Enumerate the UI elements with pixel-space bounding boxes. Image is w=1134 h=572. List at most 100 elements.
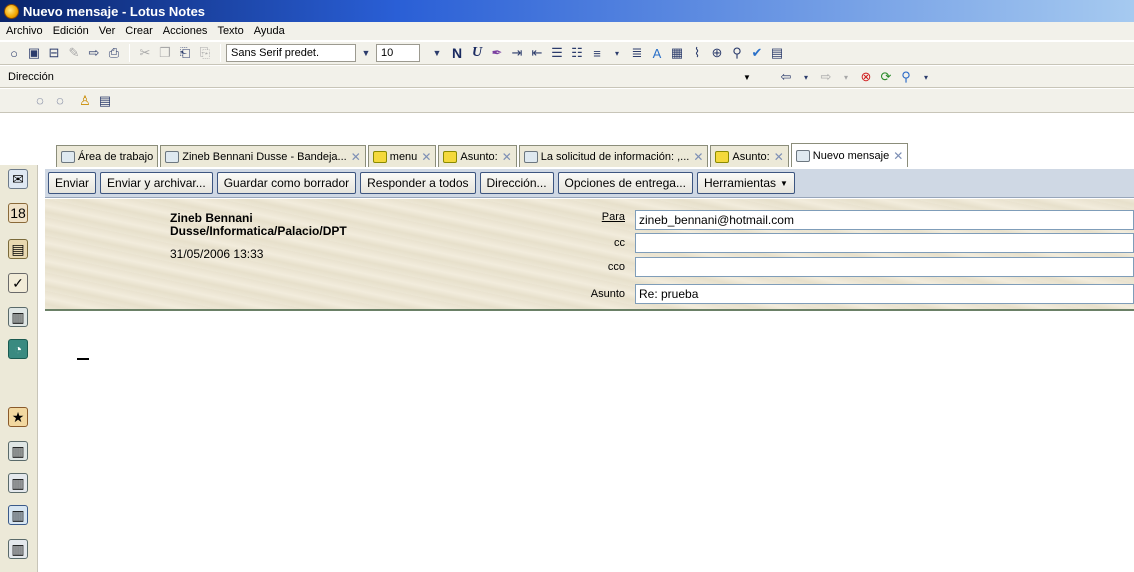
document-icon xyxy=(715,150,730,163)
back-dropdown-icon[interactable]: ▾ xyxy=(797,68,815,86)
back-icon[interactable]: ⇦ xyxy=(777,68,795,86)
reload-icon[interactable]: ⟳ xyxy=(877,68,895,86)
align-icon[interactable]: ≡ xyxy=(588,44,606,62)
highlight-icon[interactable]: ✒ xyxy=(488,44,506,62)
close-icon[interactable]: ✕ xyxy=(893,149,903,163)
tab-nuevo-mensaje[interactable]: Nuevo mensaje ✕ xyxy=(790,143,909,167)
align-dropdown-icon[interactable]: ▾ xyxy=(608,44,626,62)
format-toolbar: ○ ▣ ⊟ ✎ ⇨ ⎙ ✂ ❐ ⎗ ⎘ Sans Serif predet. ▼… xyxy=(0,41,1134,65)
forward-icon[interactable]: ⇨ xyxy=(85,44,103,62)
message-body[interactable] xyxy=(45,313,1134,572)
close-icon[interactable]: ✕ xyxy=(502,150,512,164)
menu-ayuda[interactable]: Ayuda xyxy=(254,25,285,37)
forward-dropdown-icon[interactable]: ▾ xyxy=(837,68,855,86)
close-icon[interactable]: ✕ xyxy=(774,150,784,164)
tab-bandeja[interactable]: Zineb Bennani Dusse - Bandeja... ✕ xyxy=(160,145,366,167)
size-select[interactable]: 10 xyxy=(376,44,420,62)
search-dropdown-icon[interactable]: ▾ xyxy=(917,68,935,86)
font-select[interactable]: Sans Serif predet. xyxy=(226,44,356,62)
contacts-icon[interactable]: ▤ xyxy=(96,92,114,110)
tab-area-de-trabajo[interactable]: Área de trabajo xyxy=(56,145,159,167)
address-dropdown-icon[interactable]: ▼ xyxy=(740,69,754,85)
delivery-options-button[interactable]: Opciones de entrega... xyxy=(557,172,693,194)
table-icon[interactable]: ▦ xyxy=(668,44,686,62)
bookmark-bar: ✉ 18 ▤ ✓ ▥ ◔ ★ ▥ ▥ ▥ ▥ xyxy=(0,165,38,572)
menu-acciones[interactable]: Acciones xyxy=(163,25,208,37)
text-style-icon[interactable]: A xyxy=(648,44,666,62)
save-draft-button[interactable]: Guardar como borrador xyxy=(216,172,357,194)
print-icon[interactable]: ⎙ xyxy=(105,44,123,62)
menu-crear[interactable]: Crear xyxy=(125,25,153,37)
paste-icon[interactable]: ⎗ xyxy=(176,44,194,62)
history-icon[interactable]: ▥ xyxy=(8,539,28,559)
indent-icon[interactable]: ⇥ xyxy=(508,44,526,62)
search-icon[interactable]: ⚲ xyxy=(897,68,915,86)
cc-label: cc xyxy=(614,237,625,249)
discussion-icon[interactable]: ◔ xyxy=(8,339,28,359)
edit-icon[interactable]: ✎ xyxy=(65,44,83,62)
refresh-icon[interactable]: ○ xyxy=(5,44,23,62)
to-label[interactable]: Para xyxy=(565,211,625,223)
italic-button[interactable]: U xyxy=(468,44,486,62)
subject-field[interactable]: Re: prueba xyxy=(635,284,1134,304)
send-and-archive-button[interactable]: Enviar y archivar... xyxy=(100,172,213,194)
tools-button[interactable]: Herramientas ▼ xyxy=(696,172,795,194)
cut-icon[interactable]: ✂ xyxy=(136,44,154,62)
databases-icon[interactable]: ▥ xyxy=(8,441,28,461)
save-icon[interactable]: ▣ xyxy=(25,44,43,62)
address-label: Dirección xyxy=(8,70,54,83)
menu-ver[interactable]: Ver xyxy=(99,25,116,37)
replica-icon[interactable]: ▥ xyxy=(8,307,28,327)
mail-icon[interactable]: ✉ xyxy=(8,169,28,189)
spellcheck-icon[interactable]: ✔ xyxy=(748,44,766,62)
ruler-icon[interactable]: ▤ xyxy=(768,44,786,62)
chat-icon[interactable]: ◌ xyxy=(31,92,49,110)
web-icon[interactable]: ▥ xyxy=(8,505,28,525)
font-dropdown-icon[interactable]: ▼ xyxy=(357,44,375,62)
bold-button[interactable]: N xyxy=(448,44,466,62)
size-dropdown-icon[interactable]: ▼ xyxy=(428,44,446,62)
window-tabs: Área de trabajo Zineb Bennani Dusse - Ba… xyxy=(56,143,1134,167)
copy-icon[interactable]: ❐ xyxy=(156,44,174,62)
open-icon[interactable]: ⊟ xyxy=(45,44,63,62)
tab-menu[interactable]: menu ✕ xyxy=(367,145,437,167)
stop-icon[interactable]: ⊗ xyxy=(857,68,875,86)
todo-icon[interactable]: ✓ xyxy=(8,273,28,293)
discussion-icon[interactable]: ◌ xyxy=(51,92,69,110)
tab-solicitud[interactable]: La solicitud de información: ,... ✕ xyxy=(518,145,709,167)
favorites-icon[interactable]: ★ xyxy=(8,407,28,427)
close-icon[interactable]: ✕ xyxy=(351,150,361,164)
calendar-icon[interactable]: 18 xyxy=(8,203,28,223)
numbered-list-icon[interactable]: ☷ xyxy=(568,44,586,62)
outdent-icon[interactable]: ⇤ xyxy=(528,44,546,62)
bcc-field[interactable] xyxy=(635,257,1134,277)
cc-field[interactable] xyxy=(635,233,1134,253)
menu-edicion[interactable]: Edición xyxy=(53,25,89,37)
address-button[interactable]: Dirección... xyxy=(479,172,554,194)
bullet-list-icon[interactable]: ☰ xyxy=(548,44,566,62)
tab-asunto-2[interactable]: Asunto: ✕ xyxy=(710,145,789,167)
address-input[interactable] xyxy=(62,68,764,86)
more-bookmarks-icon[interactable]: ▥ xyxy=(8,473,28,493)
menu-archivo[interactable]: Archivo xyxy=(6,25,43,37)
spacing-icon[interactable]: ≣ xyxy=(628,44,646,62)
menu-texto[interactable]: Texto xyxy=(217,25,243,37)
find-icon[interactable]: ⚲ xyxy=(728,44,746,62)
tab-label: Asunto: xyxy=(460,150,498,163)
person-icon[interactable]: ♙ xyxy=(76,92,94,110)
mail-icon xyxy=(165,150,180,163)
paste-special-icon[interactable]: ⎘ xyxy=(196,44,214,62)
workspace-icon xyxy=(61,150,75,163)
attach-icon[interactable]: ⌇ xyxy=(688,44,706,62)
tab-asunto-1[interactable]: Asunto: ✕ xyxy=(438,145,517,167)
close-icon[interactable]: ✕ xyxy=(421,150,431,164)
close-icon[interactable]: ✕ xyxy=(693,150,703,164)
address-book-icon[interactable]: ▤ xyxy=(8,239,28,259)
reply-all-button[interactable]: Responder a todos xyxy=(360,172,476,194)
toolbar-separator xyxy=(220,44,221,62)
forward-nav-icon[interactable]: ⇨ xyxy=(817,68,835,86)
send-button[interactable]: Enviar xyxy=(48,172,97,194)
tab-label: Área de trabajo xyxy=(78,150,154,163)
to-field[interactable]: zineb_bennani@hotmail.com xyxy=(635,210,1134,230)
insert-icon[interactable]: ⊕ xyxy=(708,44,726,62)
